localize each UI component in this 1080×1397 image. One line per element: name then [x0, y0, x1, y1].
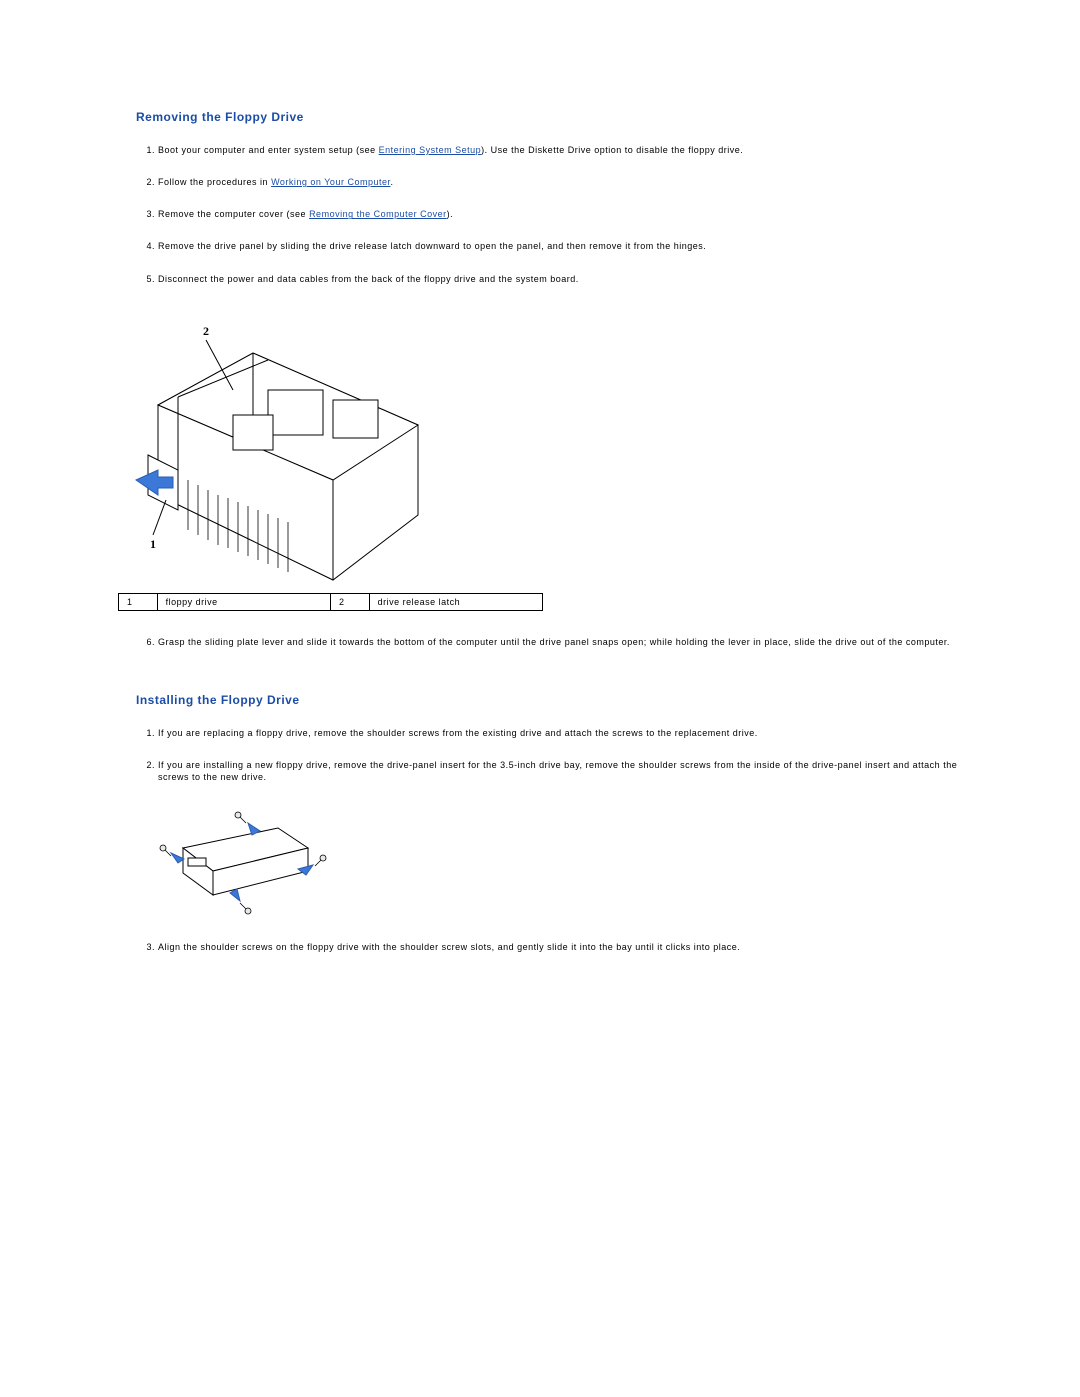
step-r3-pre: Remove the computer cover (see — [158, 209, 309, 219]
steps-removing: Boot your computer and enter system setu… — [118, 144, 962, 285]
step-i2: If you are installing a new floppy drive… — [158, 759, 962, 783]
step-i1: If you are replacing a floppy drive, rem… — [158, 727, 962, 739]
step-r2-post: . — [390, 177, 393, 187]
heading-installing: Installing the Floppy Drive — [136, 693, 962, 707]
legend-n2: 2 — [330, 593, 369, 610]
link-removing-computer-cover[interactable]: Removing the Computer Cover — [309, 209, 447, 219]
legend-table: 1 floppy drive 2 drive release latch — [118, 593, 543, 611]
step-r1-post: ). Use the Diskette Drive option to disa… — [481, 145, 743, 155]
step-r3-post: ). — [447, 209, 454, 219]
legend-l1: floppy drive — [157, 593, 330, 610]
step-r1-pre: Boot your computer and enter system setu… — [158, 145, 379, 155]
diagram-chassis: 2 1 — [118, 305, 438, 585]
diagram-floppy-screws — [138, 803, 333, 923]
heading-removing: Removing the Floppy Drive — [136, 110, 962, 124]
step-r3: Remove the computer cover (see Removing … — [158, 208, 962, 220]
step-r4: Remove the drive panel by sliding the dr… — [158, 240, 962, 252]
steps-removing-cont: Grasp the sliding plate lever and slide … — [118, 636, 962, 648]
step-r2: Follow the procedures in Working on Your… — [158, 176, 962, 188]
step-r2-pre: Follow the procedures in — [158, 177, 271, 187]
legend-n1: 1 — [119, 593, 158, 610]
link-working-on-your-computer[interactable]: Working on Your Computer — [271, 177, 390, 187]
step-r1: Boot your computer and enter system setu… — [158, 144, 962, 156]
link-entering-system-setup[interactable]: Entering System Setup — [379, 145, 482, 155]
step-i3: Align the shoulder screws on the floppy … — [158, 941, 962, 953]
step-r5: Disconnect the power and data cables fro… — [158, 273, 962, 285]
step-r6: Grasp the sliding plate lever and slide … — [158, 636, 962, 648]
legend-l2: drive release latch — [369, 593, 542, 610]
callout-2: 2 — [203, 324, 210, 338]
steps-installing-cont: Align the shoulder screws on the floppy … — [118, 941, 962, 953]
steps-installing: If you are replacing a floppy drive, rem… — [118, 727, 962, 783]
callout-1: 1 — [150, 537, 157, 551]
